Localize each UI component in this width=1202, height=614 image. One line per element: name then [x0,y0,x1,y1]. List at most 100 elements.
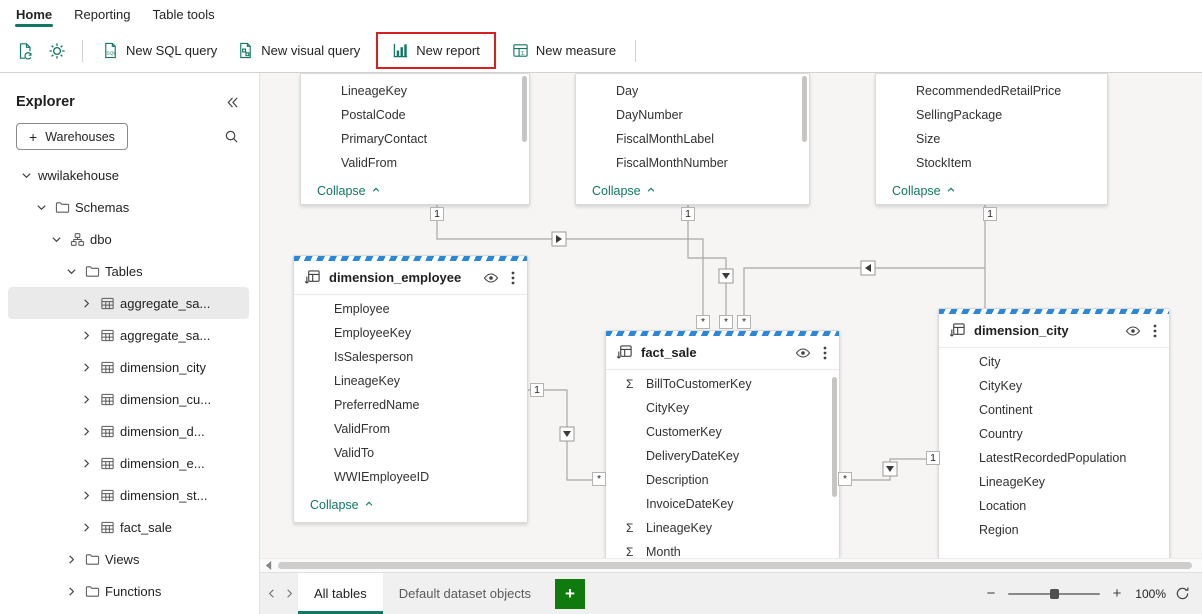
field-row[interactable]: CustomerKey [606,420,839,444]
field-row[interactable]: PrimaryContact [301,127,529,151]
tree-item-dimension-d-[interactable]: dimension_d... [8,415,249,447]
refresh-canvas-button[interactable] [1175,586,1190,601]
model-canvas[interactable]: LineageKey PostalCode PrimaryContact ValidF… [260,73,1202,558]
field-row[interactable]: Σ LineageKey [606,516,839,540]
refresh-document-button[interactable] [10,36,40,66]
chevron-right-icon[interactable] [78,327,94,343]
card-header[interactable]: dimension_city [939,314,1169,348]
tree-item-tables[interactable]: Tables [8,255,249,287]
bottom-tab-default-dataset-objects[interactable]: Default dataset objects [383,573,547,614]
warehouses-button[interactable]: + Warehouses [16,123,128,150]
collapse-card-link[interactable]: Collapse [576,175,809,204]
chevron-right-icon[interactable] [63,551,79,567]
field-row[interactable]: Day [576,79,809,103]
field-row[interactable]: SellingPackage [876,103,1107,127]
tree-item-functions[interactable]: Functions [8,575,249,607]
chevron-down-icon[interactable] [33,199,49,215]
table-card-dimension_employee[interactable]: dimension_employee Employee EmployeeKey IsS… [293,255,528,523]
zoom-out-button[interactable]: − [983,585,999,602]
field-row[interactable]: ValidFrom [294,417,527,441]
field-row[interactable]: Size [876,127,1107,151]
chevron-right-icon[interactable] [78,519,94,535]
tree-item-fact-sale[interactable]: fact_sale [8,511,249,543]
chevron-right-icon[interactable] [78,487,94,503]
ribbon-tab-home[interactable]: Home [6,0,62,29]
field-row[interactable]: Continent [939,398,1169,422]
ribbon-tab-reporting[interactable]: Reporting [64,0,140,29]
scrollbar-thumb[interactable] [278,562,1192,569]
collapse-pane-button[interactable] [226,96,239,109]
visibility-eye-icon[interactable] [481,268,501,288]
card-header[interactable]: fact_sale [606,336,839,370]
field-row[interactable]: StockItem [876,151,1107,175]
tab-scroll-left-button[interactable] [262,589,280,598]
field-row[interactable]: CityKey [939,374,1169,398]
field-row[interactable]: ValidTo [294,441,527,465]
field-row[interactable]: Σ BillToCustomerKey [606,372,839,396]
tree-item-dimension-cu-[interactable]: dimension_cu... [8,383,249,415]
ribbon-tab-table-tools[interactable]: Table tools [143,0,225,29]
table-card-dimension_city[interactable]: dimension_city City CityKey Continent Countr… [938,308,1170,558]
field-row[interactable]: FiscalMonthLabel [576,127,809,151]
table-card-partial-table-left[interactable]: LineageKey PostalCode PrimaryContact ValidF… [300,73,530,205]
new-measure-button[interactable]: Σ New measure [503,36,625,65]
field-row[interactable]: PreferredName [294,393,527,417]
scroll-left-button[interactable] [260,561,276,570]
chevron-right-icon[interactable] [78,423,94,439]
chevron-down-icon[interactable] [63,263,79,279]
field-row[interactable]: CityKey [606,396,839,420]
field-row[interactable]: LatestRecordedPopulation [939,446,1169,470]
tree-item-dimension-e-[interactable]: dimension_e... [8,447,249,479]
field-row[interactable]: Description [606,468,839,492]
bottom-tab-all-tables[interactable]: All tables [298,573,383,614]
field-row[interactable]: DeliveryDateKey [606,444,839,468]
table-card-partial-table-right[interactable]: RecommendedRetailPrice SellingPackage Size… [875,73,1108,205]
tree-item-views[interactable]: Views [8,543,249,575]
card-scrollbar-thumb[interactable] [522,76,527,142]
field-row[interactable]: Country [939,422,1169,446]
tree-item-dimension-st-[interactable]: dimension_st... [8,479,249,511]
search-button[interactable] [224,129,239,144]
field-row[interactable]: WWIEmployeeID [294,465,527,489]
field-row[interactable]: RecommendedRetailPrice [876,79,1107,103]
field-row[interactable]: Region [939,518,1169,542]
field-row[interactable]: IsSalesperson [294,345,527,369]
more-options-icon[interactable] [509,268,517,288]
card-header[interactable]: dimension_employee [294,261,527,295]
tree-item-wwilakehouse[interactable]: wwilakehouse [8,159,249,191]
field-row[interactable]: Employee [294,297,527,321]
canvas-horizontal-scrollbar[interactable] [260,558,1202,572]
tab-scroll-right-button[interactable] [280,589,298,598]
settings-button[interactable] [42,36,72,66]
field-row[interactable]: LineageKey [939,470,1169,494]
chevron-right-icon[interactable] [63,583,79,599]
tree-item-dbo[interactable]: dbo [8,223,249,255]
field-row[interactable]: EmployeeKey [294,321,527,345]
more-options-icon[interactable] [821,343,829,363]
collapse-card-link[interactable]: Collapse [301,175,529,204]
new-visual-query-button[interactable]: New visual query [228,36,369,65]
field-row[interactable]: Σ Month [606,540,839,558]
tree-item-aggregate-sa-[interactable]: aggregate_sa... [8,287,249,319]
more-options-icon[interactable] [1151,321,1159,341]
card-scrollbar-thumb[interactable] [802,76,807,142]
collapse-card-link[interactable]: Collapse [876,175,1107,204]
zoom-in-button[interactable]: + [1109,585,1125,602]
field-row[interactable]: LineageKey [301,79,529,103]
field-row[interactable]: ValidFrom [301,151,529,175]
new-report-button[interactable]: New report [383,36,489,65]
field-row[interactable]: FiscalMonthNumber [576,151,809,175]
tree-item-dimension-city[interactable]: dimension_city [8,351,249,383]
table-card-fact_sale[interactable]: fact_sale Σ BillToCustomerKey CityKey Custom… [605,330,840,558]
visibility-eye-icon[interactable] [793,343,813,363]
collapse-card-link[interactable]: Collapse [294,489,527,521]
chevron-right-icon[interactable] [78,391,94,407]
chevron-right-icon[interactable] [78,295,94,311]
field-row[interactable]: LineageKey [294,369,527,393]
visibility-eye-icon[interactable] [1123,321,1143,341]
field-row[interactable]: City [939,350,1169,374]
tree-item-schemas[interactable]: Schemas [8,191,249,223]
tree-item-aggregate-sa-[interactable]: aggregate_sa... [8,319,249,351]
chevron-down-icon[interactable] [48,231,64,247]
field-row[interactable]: PostalCode [301,103,529,127]
